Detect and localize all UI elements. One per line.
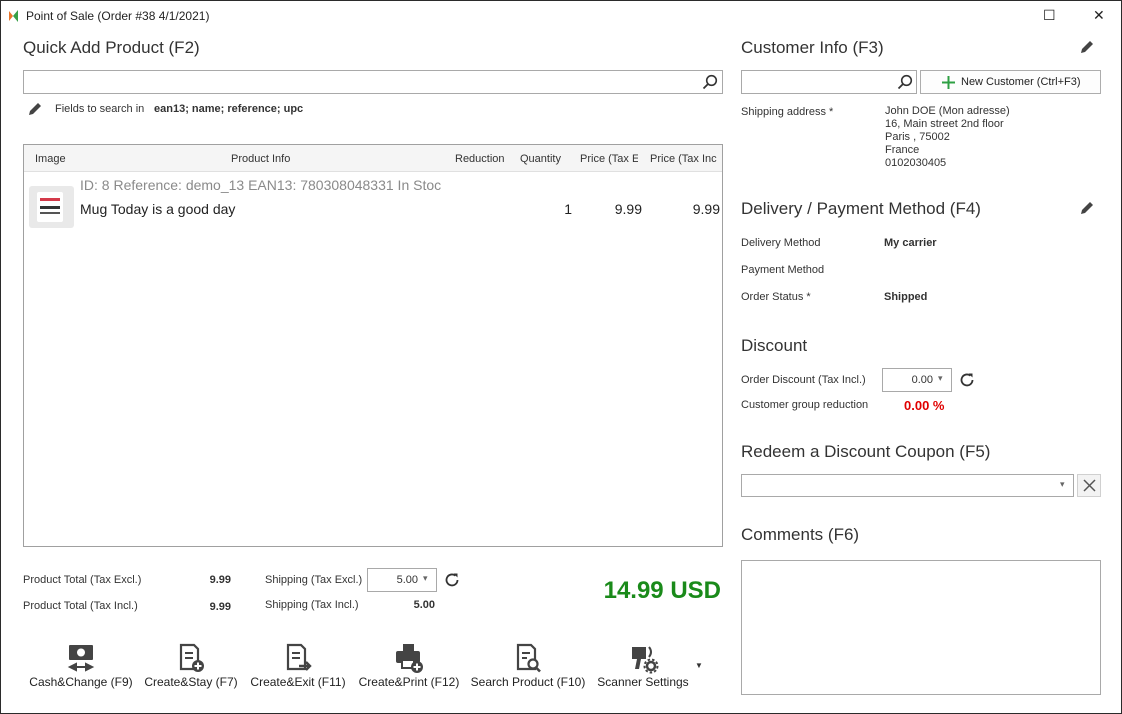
window-title: Point of Sale (Order #38 4/1/2021) — [26, 9, 210, 23]
product-total-incl-value: 9.99 — [209, 601, 231, 613]
product-search-input[interactable] — [23, 70, 723, 94]
order-discount-spinner[interactable]: 0.00 ▾ — [882, 368, 952, 392]
search-icon[interactable] — [702, 74, 718, 90]
product-total-excl-label: Product Total (Tax Excl.) — [23, 574, 142, 586]
product-total-excl-value: 9.99 — [209, 574, 231, 586]
order-status-value: Shipped — [884, 291, 928, 303]
delivery-method-value: My carrier — [884, 237, 937, 249]
fields-label: Fields to search in — [55, 103, 145, 115]
shipping-address-block: John DOE (Mon adresse) 16, Main street 2… — [885, 105, 1010, 170]
group-reduction-value: 0.00 % — [904, 398, 945, 413]
maximize-button[interactable]: ☐ — [1043, 7, 1056, 24]
payment-method-label: Payment Method — [741, 264, 825, 276]
create-stay-label: Create&Stay (F7) — [144, 675, 238, 689]
col-product-info[interactable]: Product Info — [231, 153, 290, 165]
shipping-incl-label: Shipping (Tax Incl.) — [265, 599, 359, 611]
product-meta: ID: 8 Reference: demo_13 EAN13: 78030804… — [80, 177, 442, 193]
address-line: 16, Main street 2nd floor — [885, 118, 1004, 130]
document-add-icon — [179, 643, 204, 672]
clear-coupon-button[interactable] — [1077, 474, 1101, 497]
product-quantity[interactable]: 1 — [524, 201, 572, 217]
coupon-title: Redeem a Discount Coupon (F5) — [741, 442, 991, 461]
edit-delivery-icon[interactable] — [1079, 200, 1095, 216]
product-grid: Image Product Info Reduction Quantity Pr… — [23, 144, 723, 547]
shipping-address-label: Shipping address * — [741, 106, 834, 118]
edit-fields-icon[interactable] — [27, 101, 43, 117]
edit-customer-icon[interactable] — [1079, 39, 1095, 55]
close-icon — [1083, 479, 1096, 492]
delivery-payment-title: Delivery / Payment Method (F4) — [741, 199, 981, 218]
customer-search-input[interactable] — [741, 70, 917, 94]
address-line: John DOE (Mon adresse) — [885, 105, 1010, 117]
document-exit-icon — [286, 643, 312, 671]
fields-value: ean13; name; reference; upc — [154, 103, 304, 115]
grand-total: 14.99 USD — [603, 577, 721, 604]
shipping-excl-value: 5.00 — [396, 574, 418, 586]
create-exit-button[interactable]: Create&Exit (F11) — [247, 641, 349, 689]
col-quantity[interactable]: Quantity — [520, 153, 561, 165]
coupon-select[interactable]: ▾ — [741, 474, 1074, 497]
create-exit-label: Create&Exit (F11) — [250, 675, 346, 689]
refresh-icon[interactable] — [958, 371, 976, 389]
scanner-settings-button[interactable]: Scanner Settings — [595, 641, 691, 689]
address-line: France — [885, 144, 920, 156]
chevron-down-icon[interactable]: ▾ — [938, 373, 943, 384]
comments-textarea[interactable] — [741, 560, 1101, 695]
app-logo-icon — [9, 10, 18, 22]
shipping-excl-label: Shipping (Tax Excl.) — [265, 574, 363, 586]
search-product-button[interactable]: Search Product (F10) — [471, 641, 585, 689]
address-line: 0102030405 — [885, 157, 947, 169]
pos-window: Point of Sale (Order #38 4/1/2021) ☐ ✕ Q… — [0, 0, 1122, 714]
discount-title: Discount — [741, 336, 808, 355]
product-total-incl-label: Product Total (Tax Incl.) — [23, 600, 138, 612]
create-print-label: Create&Print (F12) — [358, 675, 460, 689]
cash-change-button[interactable]: Cash&Change (F9) — [29, 641, 133, 689]
product-thumbnail — [29, 186, 74, 228]
quick-add-title: Quick Add Product (F2) — [23, 38, 200, 57]
address-line: Paris , 75002 — [885, 131, 950, 143]
col-reduction[interactable]: Reduction — [455, 153, 507, 165]
document-search-icon — [516, 643, 541, 673]
close-button[interactable]: ✕ — [1093, 7, 1105, 24]
col-price-excl[interactable]: Price (Tax E — [580, 153, 638, 165]
print-add-icon — [396, 644, 423, 673]
order-discount-value: 0.00 — [911, 374, 933, 386]
search-icon[interactable] — [897, 74, 913, 90]
col-image[interactable]: Image — [35, 153, 66, 165]
product-price-excl[interactable]: 9.99 — [594, 201, 642, 217]
cash-icon — [67, 645, 95, 672]
cash-change-label: Cash&Change (F9) — [29, 675, 133, 689]
create-stay-button[interactable]: Create&Stay (F7) — [141, 641, 241, 689]
product-name: Mug Today is a good day — [80, 201, 236, 217]
group-reduction-label: Customer group reduction — [741, 399, 869, 411]
shipping-incl-value: 5.00 — [413, 599, 435, 611]
customer-info-title: Customer Info (F3) — [741, 38, 884, 57]
refresh-icon[interactable] — [443, 571, 461, 589]
new-customer-label: New Customer (Ctrl+F3) — [961, 76, 1081, 88]
table-row[interactable]: ID: 8 Reference: demo_13 EAN13: 78030804… — [24, 172, 722, 234]
new-customer-button[interactable]: New Customer (Ctrl+F3) — [920, 70, 1101, 94]
delivery-method-label: Delivery Method — [741, 237, 821, 249]
product-price-incl[interactable]: 9.99 — [670, 201, 720, 217]
chevron-down-icon[interactable]: ▾ — [423, 573, 428, 584]
shipping-excl-spinner[interactable]: 5.00 ▾ — [367, 568, 437, 592]
search-product-label: Search Product (F10) — [470, 675, 586, 689]
chevron-down-icon[interactable]: ▾ — [1060, 479, 1065, 490]
comments-title: Comments (F6) — [741, 525, 860, 544]
scanner-settings-label: Scanner Settings — [597, 675, 689, 689]
scanner-settings-icon — [632, 646, 659, 674]
create-print-button[interactable]: Create&Print (F12) — [357, 641, 461, 689]
plus-icon — [942, 76, 955, 89]
order-status-label: Order Status * — [741, 291, 811, 303]
toolbar-overflow-icon[interactable]: ▼ — [695, 661, 703, 670]
col-price-incl[interactable]: Price (Tax Inc — [650, 153, 718, 165]
order-discount-label: Order Discount (Tax Incl.) — [741, 374, 866, 386]
